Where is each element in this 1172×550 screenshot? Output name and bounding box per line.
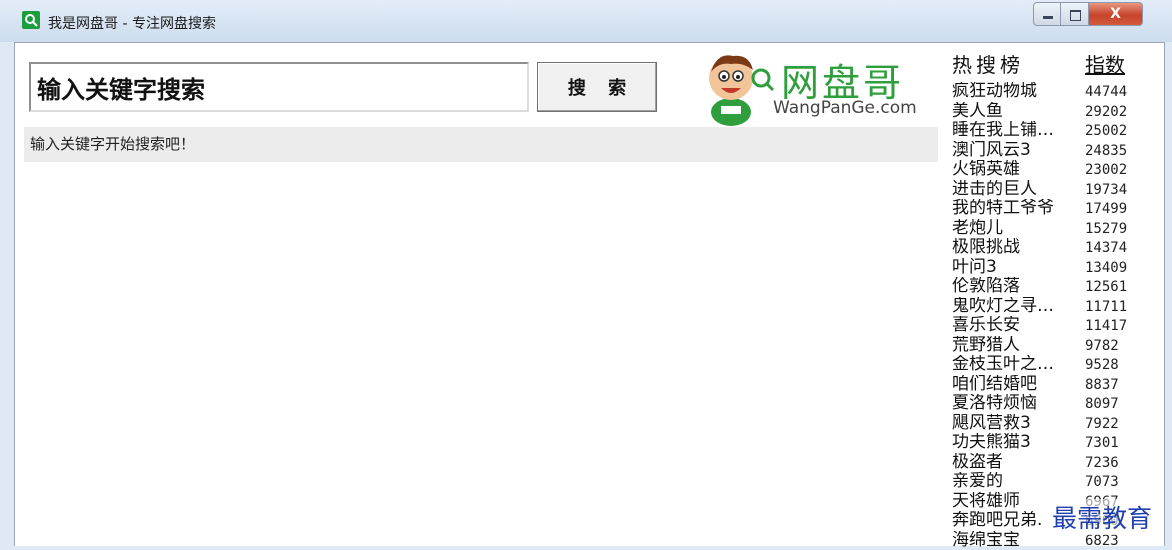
- hot-item-score: 19734: [1085, 182, 1127, 198]
- results-area[interactable]: [24, 162, 938, 546]
- hot-item[interactable]: 鬼吹灯之寻… 11711: [952, 297, 1162, 317]
- hot-item-score: 7073: [1085, 474, 1119, 490]
- hot-item-name[interactable]: 夏洛特烦恼: [952, 394, 1080, 413]
- hot-item[interactable]: 老炮儿 15279: [952, 219, 1162, 239]
- hot-item[interactable]: 美人鱼 29202: [952, 102, 1162, 122]
- hot-item-name[interactable]: 功夫熊猫3: [952, 433, 1080, 452]
- hot-item-score: 15279: [1085, 221, 1127, 237]
- hot-item-name[interactable]: 澳门风云3: [952, 141, 1080, 160]
- hot-item[interactable]: 我的特工爷爷 17499: [952, 199, 1162, 219]
- hot-item-score: 17499: [1085, 201, 1127, 217]
- hot-item-name[interactable]: 咱们结婚吧: [952, 375, 1080, 394]
- hot-item[interactable]: 金枝玉叶之… 9528: [952, 355, 1162, 375]
- hot-item-score: 7301: [1085, 435, 1119, 451]
- hot-item-score: 24835: [1085, 143, 1127, 159]
- hot-item[interactable]: 疯狂动物城 44744: [952, 82, 1162, 102]
- hot-item-name[interactable]: 喜乐长安: [952, 316, 1080, 335]
- hot-item-name[interactable]: 鬼吹灯之寻…: [952, 297, 1080, 316]
- hot-item-score: 11711: [1085, 299, 1127, 315]
- hot-item-score: 8097: [1085, 396, 1119, 412]
- hot-item-name[interactable]: 美人鱼: [952, 102, 1080, 121]
- hot-item-score: 13409: [1085, 260, 1127, 276]
- hot-item-score: 44744: [1085, 84, 1127, 100]
- mascot-icon: [703, 50, 775, 126]
- hot-item[interactable]: 澳门风云3 24835: [952, 141, 1162, 161]
- hot-item-name[interactable]: 亲爱的: [952, 472, 1080, 491]
- hot-item[interactable]: 飓风营救3 7922: [952, 414, 1162, 434]
- hot-item-score: 7236: [1085, 455, 1119, 471]
- minimize-button[interactable]: [1033, 2, 1061, 26]
- maximize-button[interactable]: [1061, 2, 1089, 26]
- hot-item[interactable]: 极盗者 7236: [952, 453, 1162, 473]
- hot-item[interactable]: 火锅英雄 23002: [952, 160, 1162, 180]
- hot-item-score: 11417: [1085, 318, 1127, 334]
- app-search-icon: [22, 11, 40, 29]
- logo-domain: WangPanGe.com: [773, 98, 917, 118]
- hot-item-name[interactable]: 疯狂动物城: [952, 82, 1080, 101]
- hot-item-name[interactable]: 老炮儿: [952, 219, 1080, 238]
- watermark: 最需教育: [1052, 499, 1152, 535]
- hot-item-name[interactable]: 我的特工爷爷: [952, 199, 1080, 218]
- minimize-icon: [1043, 16, 1053, 19]
- hot-item[interactable]: 亲爱的 7073: [952, 472, 1162, 492]
- hot-item[interactable]: 进击的巨人 19734: [952, 180, 1162, 200]
- hot-item-score: 7922: [1085, 416, 1119, 432]
- hot-item-name[interactable]: 飓风营救3: [952, 414, 1080, 433]
- hot-item[interactable]: 叶问3 13409: [952, 258, 1162, 278]
- hot-item-name[interactable]: 伦敦陷落: [952, 277, 1080, 296]
- hot-item-name[interactable]: 火锅英雄: [952, 160, 1080, 179]
- logo: 网盘哥 WangPanGe.com: [703, 50, 923, 126]
- search-input[interactable]: [29, 62, 529, 112]
- hot-item-score: 29202: [1085, 104, 1127, 120]
- hot-list-title: 热搜榜: [952, 49, 1024, 78]
- hot-item[interactable]: 功夫熊猫3 7301: [952, 433, 1162, 453]
- hot-item-name[interactable]: 极盗者: [952, 453, 1080, 472]
- hot-item-score: 8837: [1085, 377, 1119, 393]
- hot-item-name[interactable]: 荒野猎人: [952, 336, 1080, 355]
- close-button[interactable]: X: [1089, 2, 1143, 26]
- title-bar: 我是网盘哥 - 专注网盘搜索 X: [0, 0, 1172, 42]
- hot-item-score: 9528: [1085, 357, 1119, 373]
- hot-item-name[interactable]: 叶问3: [952, 258, 1080, 277]
- hot-item-score: 12561: [1085, 279, 1127, 295]
- hot-item-name[interactable]: 极限挑战: [952, 238, 1080, 257]
- hot-item[interactable]: 睡在我上铺… 25002: [952, 121, 1162, 141]
- search-button[interactable]: 搜 索: [537, 62, 657, 112]
- hot-list: 疯狂动物城 44744 美人鱼 29202 睡在我上铺… 25002 澳门风云3 248…: [952, 82, 1162, 550]
- hot-item[interactable]: 极限挑战 14374: [952, 238, 1162, 258]
- status-message: 输入关键字开始搜索吧！: [24, 127, 938, 162]
- hot-item-score: 14374: [1085, 240, 1127, 256]
- hot-item-name[interactable]: 睡在我上铺…: [952, 121, 1080, 140]
- hot-item-score: 25002: [1085, 123, 1127, 139]
- hot-item-name[interactable]: 金枝玉叶之…: [952, 355, 1080, 374]
- hot-item-name[interactable]: 进击的巨人: [952, 180, 1080, 199]
- hot-item[interactable]: 夏洛特烦恼 8097: [952, 394, 1162, 414]
- maximize-icon: [1070, 10, 1081, 21]
- hot-item[interactable]: 咱们结婚吧 8837: [952, 375, 1162, 395]
- window-title: 我是网盘哥 - 专注网盘搜索: [48, 13, 216, 33]
- hot-item[interactable]: 伦敦陷落 12561: [952, 277, 1162, 297]
- hot-item[interactable]: 荒野猎人 9782: [952, 336, 1162, 356]
- hot-item-score: 23002: [1085, 162, 1127, 178]
- hot-item[interactable]: 喜乐长安 11417: [952, 316, 1162, 336]
- hot-item-score: 9782: [1085, 338, 1119, 354]
- hot-index-header[interactable]: 指数: [1085, 49, 1125, 78]
